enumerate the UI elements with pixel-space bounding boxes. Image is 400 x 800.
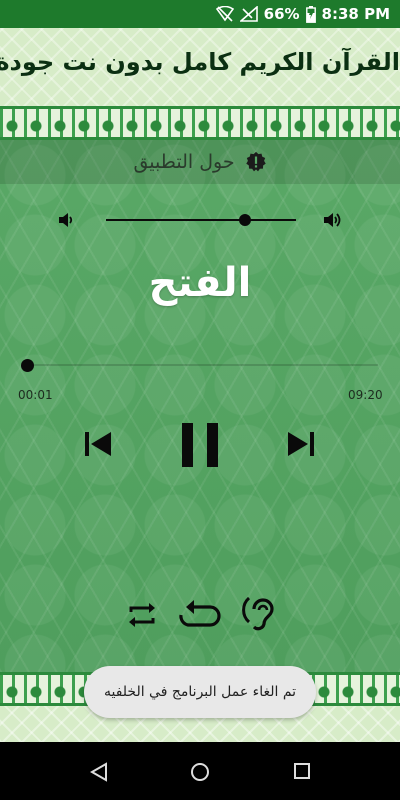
system-nav-bar xyxy=(0,742,400,800)
app-title: القرآن الكريم كامل بدون نت جودة عالية xyxy=(0,48,400,76)
seek-bar-track[interactable] xyxy=(28,364,378,366)
ornament-border-top xyxy=(0,106,400,140)
alert-badge-icon xyxy=(245,151,266,172)
about-app-button[interactable]: حول التطبيق xyxy=(0,140,400,184)
clock: 8:38 PM xyxy=(321,5,390,23)
current-time: 00:01 xyxy=(18,388,53,402)
repeat-icon[interactable] xyxy=(125,598,159,632)
toast-text: تم الغاء عمل البرنامج في الخلفيه xyxy=(103,684,297,700)
pause-icon[interactable] xyxy=(178,421,222,469)
player-panel: حول التطبيق الفتح 00:01 09:20 xyxy=(0,140,400,672)
seek-bar-thumb[interactable] xyxy=(21,359,34,372)
volume-low-icon[interactable] xyxy=(56,210,76,230)
about-app-label: حول التطبيق xyxy=(133,151,235,173)
signal-off-icon xyxy=(239,6,258,22)
total-time: 09:20 xyxy=(348,388,383,402)
status-bar: 66% 8:38 PM xyxy=(0,0,400,28)
toast-message: تم الغاء عمل البرنامج في الخلفيه xyxy=(84,666,316,718)
volume-slider-thumb[interactable] xyxy=(238,214,251,226)
volume-high-icon[interactable] xyxy=(322,209,344,231)
skip-previous-icon[interactable] xyxy=(83,429,113,459)
back-icon[interactable] xyxy=(88,761,110,783)
volume-slider-track[interactable] xyxy=(106,219,296,221)
surah-title: الفتح xyxy=(148,260,252,306)
skip-next-icon[interactable] xyxy=(286,429,316,459)
wifi-off-icon xyxy=(215,6,234,22)
replay-icon[interactable] xyxy=(178,598,224,632)
home-icon[interactable] xyxy=(189,761,211,783)
recent-apps-icon[interactable] xyxy=(292,761,312,781)
battery-icon xyxy=(305,5,316,23)
battery-percent: 66% xyxy=(263,5,300,23)
hearing-icon[interactable] xyxy=(240,594,278,634)
